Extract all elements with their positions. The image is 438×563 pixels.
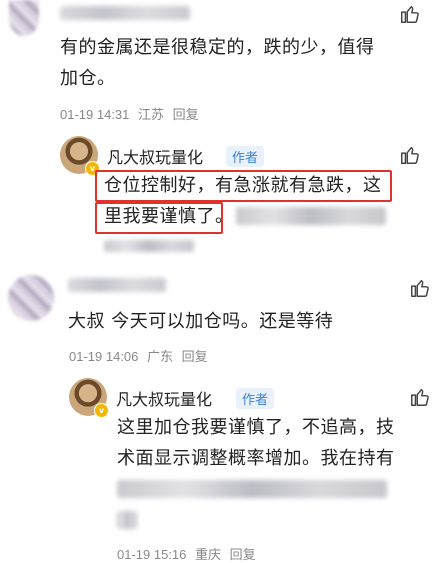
reply-text-line-2: 术面显示调整概率增加。我在持有 <box>117 448 395 469</box>
highlight-box <box>95 170 392 202</box>
comment-meta: 01-19 14:31 江苏 回复 <box>60 104 204 123</box>
comment-time: 01-19 14:06 <box>69 349 139 364</box>
like-icon[interactable] <box>409 386 431 408</box>
comment-text-line-1: 大叔 今天可以加仓吗。还是等待 <box>68 311 334 332</box>
reply-meta: 01-19 15:16 重庆 回复 <box>117 544 261 563</box>
comment-text-line-1: 有的金属还是很稳定的，跌的少，值得 <box>60 37 375 58</box>
commenter-avatar[interactable] <box>9 0 39 36</box>
reply-text-blurred <box>117 480 387 498</box>
reply-text-blurred <box>236 207 386 225</box>
author-name[interactable]: 凡大叔玩量化 <box>107 144 203 168</box>
author-name[interactable]: 凡大叔玩量化 <box>116 386 212 410</box>
reply-text-line-1: 这里加仓我要谨慎了，不追高，技 <box>117 417 395 438</box>
like-icon[interactable] <box>399 3 421 25</box>
reply-location: 重庆 <box>195 547 222 562</box>
reply-time: 01-19 15:16 <box>117 547 187 562</box>
comment-text-line-2: 加仓。 <box>60 68 116 89</box>
author-avatar[interactable]: v <box>60 136 100 176</box>
commenter-name-blurred[interactable] <box>68 278 166 292</box>
author-tag: 作者 <box>226 146 265 167</box>
reply-button[interactable]: 回复 <box>182 349 208 364</box>
comment-location: 广东 <box>147 349 174 364</box>
reply-text-blurred <box>117 511 137 529</box>
author-tag: 作者 <box>236 388 275 409</box>
highlight-box <box>95 202 223 234</box>
commenter-name-blurred[interactable] <box>60 6 190 20</box>
like-icon[interactable] <box>409 277 431 299</box>
reply-meta-blurred <box>104 240 194 252</box>
verified-badge-icon: v <box>94 403 109 418</box>
author-avatar[interactable]: v <box>69 378 109 418</box>
comment-meta: 01-19 14:06 广东 回复 <box>69 346 213 365</box>
reply-button[interactable]: 回复 <box>230 547 256 562</box>
like-icon[interactable] <box>399 144 421 166</box>
commenter-avatar[interactable] <box>8 275 54 321</box>
comment-location: 江苏 <box>138 107 165 122</box>
comment-time: 01-19 14:31 <box>60 107 130 122</box>
reply-button[interactable]: 回复 <box>173 107 199 122</box>
